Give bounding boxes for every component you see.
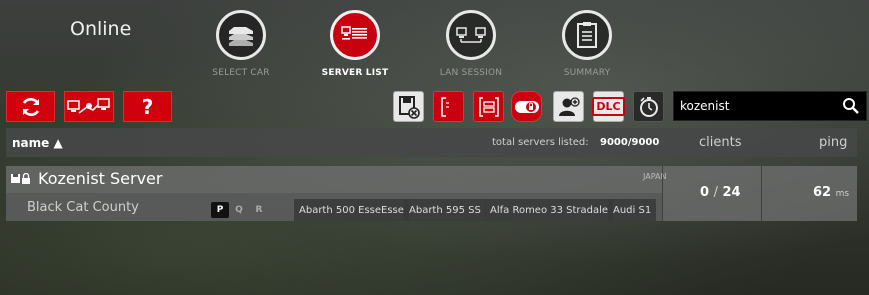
- floppy-icon: [11, 174, 20, 183]
- step-label: SERVER LIST: [321, 68, 389, 78]
- refresh-button[interactable]: [6, 91, 55, 122]
- help-button[interactable]: ?: [123, 91, 172, 122]
- lock-toggle-icon: [514, 100, 539, 113]
- lan-icon: [446, 10, 496, 60]
- car-chip: Audi S1: [608, 199, 657, 221]
- total-servers-count: 9000/9000: [600, 137, 660, 148]
- filter-full-button[interactable]: [433, 91, 464, 122]
- dlc-label: DLC: [592, 97, 625, 116]
- current-clients: 0: [700, 185, 710, 200]
- server-list-header: name ▲ total servers listed: 9000/9000 c…: [6, 128, 857, 157]
- network-scan-button[interactable]: [64, 91, 114, 122]
- sort-by-name-header[interactable]: name ▲: [12, 136, 63, 150]
- car-chip: Alfa Romeo 33 Stradale: [485, 199, 614, 221]
- session-qualify-badge: Q: [235, 205, 243, 215]
- clients-separator: /: [713, 185, 718, 200]
- network-icon: [67, 97, 110, 114]
- step-label: LAN SESSION: [439, 68, 503, 78]
- server-row[interactable]: Kozenist Server JAPAN Black Cat County P…: [6, 166, 857, 221]
- server-list-icon: [330, 10, 380, 60]
- server-status-icons: [10, 172, 31, 185]
- server-name: Kozenist Server: [38, 169, 163, 188]
- step-select-car[interactable]: SELECT CAR: [196, 10, 286, 78]
- server-track: Black Cat County: [27, 200, 139, 215]
- step-label: SUMMARY: [563, 68, 611, 78]
- server-slots-icon: [478, 96, 499, 117]
- lock-icon: [22, 172, 30, 184]
- max-clients: 24: [722, 185, 741, 200]
- filter-password-button[interactable]: [511, 91, 542, 122]
- car-chip: Abarth 500 EsseEsse: [294, 199, 409, 221]
- cars-icon: [216, 10, 266, 60]
- filter-empty-button[interactable]: [473, 91, 504, 122]
- refresh-icon: [22, 97, 39, 116]
- add-user-icon: [558, 96, 580, 116]
- column-divider: [761, 166, 762, 221]
- stopwatch-icon: [639, 96, 658, 117]
- filter-disconnected-button[interactable]: [393, 91, 424, 122]
- name-column-label: name: [12, 136, 50, 150]
- ping-column-header[interactable]: ping: [819, 135, 847, 150]
- session-practice-badge: P: [211, 202, 229, 218]
- step-server-list[interactable]: SERVER LIST: [310, 10, 400, 78]
- car-chip: Abarth 595 SS: [404, 199, 486, 221]
- bracket-icon: [440, 96, 449, 117]
- column-divider: [662, 166, 663, 221]
- page-title: Online: [70, 18, 132, 40]
- server-ping: 62 ms: [813, 185, 849, 200]
- ping-unit: ms: [835, 189, 850, 199]
- step-label: SELECT CAR: [212, 68, 270, 78]
- session-race-badge: R: [255, 205, 263, 215]
- floppy-x-icon: [398, 95, 420, 119]
- search-input[interactable]: [674, 99, 842, 113]
- filter-booking-button[interactable]: [633, 91, 664, 122]
- search-icon[interactable]: [842, 97, 860, 115]
- filter-dlc-button[interactable]: DLC: [592, 91, 625, 122]
- total-servers-label: total servers listed:: [492, 137, 589, 148]
- clipboard-icon: [562, 10, 612, 60]
- step-lan-session[interactable]: LAN SESSION: [426, 10, 516, 78]
- search-bar[interactable]: [673, 91, 867, 121]
- ping-value: 62: [813, 185, 832, 200]
- filter-friends-button[interactable]: [553, 91, 584, 122]
- server-clients: 0 / 24: [700, 185, 741, 200]
- step-summary[interactable]: SUMMARY: [542, 10, 632, 78]
- clients-column-header[interactable]: clients: [699, 135, 741, 150]
- sort-ascending-icon: ▲: [53, 136, 63, 150]
